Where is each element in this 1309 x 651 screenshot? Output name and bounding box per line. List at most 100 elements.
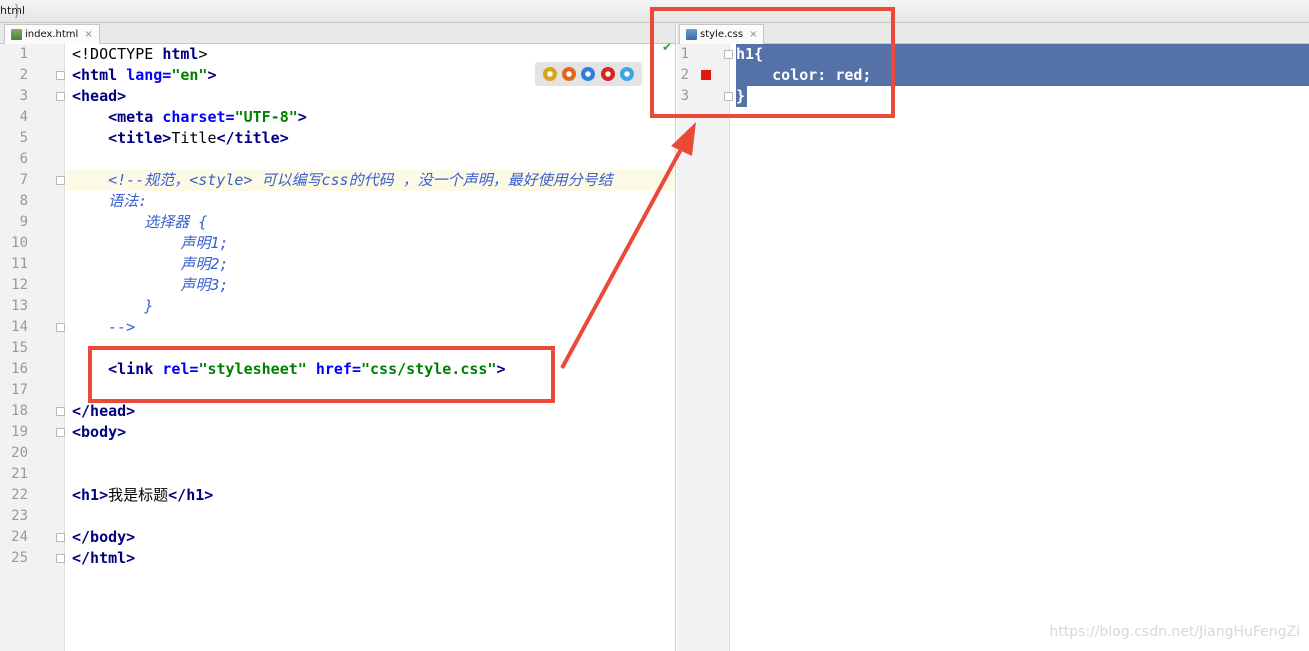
line-number: 8	[19, 193, 28, 209]
tab-strip: index.html ×	[0, 23, 675, 44]
code-line[interactable]: -->	[66, 317, 675, 338]
code-token: <head>	[72, 87, 127, 105]
code-token: <html	[72, 66, 127, 84]
line-number: 17	[11, 382, 28, 398]
line-number: 21	[11, 466, 28, 482]
code-line[interactable]: 声明2;	[66, 254, 675, 275]
code-token: 声明3;	[72, 276, 229, 294]
code-token: </head>	[72, 402, 136, 420]
line-number-gutter: 123	[677, 44, 733, 651]
watermark: https://blog.csdn.net/JiangHuFengZi	[1049, 624, 1300, 640]
html-file-icon	[11, 29, 22, 40]
annotation-box-link	[88, 346, 555, 403]
code-token: 语法:	[72, 192, 148, 210]
line-number: 2	[19, 67, 28, 83]
code-line[interactable]	[66, 464, 675, 485]
code-line[interactable]: 语法:	[66, 191, 675, 212]
code-token: <meta	[108, 108, 163, 126]
fold-icon[interactable]	[56, 554, 65, 563]
code-token: </html>	[72, 549, 136, 567]
line-number: 1	[19, 46, 28, 62]
line-number: 3	[19, 88, 28, 104]
line-number-gutter: 1 2 3 4 5 6 7 8 9 10 11 12 13 14 15 16 17 18 19 20 21 22 23 24 2…	[0, 44, 65, 651]
line-number: 11	[11, 256, 28, 272]
code-token: html	[162, 45, 199, 63]
code-line[interactable]	[66, 506, 675, 527]
code-line[interactable]: <head>	[66, 86, 675, 107]
code-line[interactable]	[66, 443, 675, 464]
code-token: <!DOCTYPE	[72, 45, 163, 63]
code-token: >	[198, 45, 208, 63]
code-token: <title>	[108, 129, 172, 147]
code-token: <!--规范，<style> 可以编写css的代码 ，没一个声明，最好使用分号结	[72, 171, 613, 189]
breadcrumb-chevron-icon: ⟩	[14, 1, 21, 20]
line-number: 6	[19, 151, 28, 167]
code-line[interactable]: 声明3;	[66, 275, 675, 296]
code-line[interactable]: <body>	[66, 422, 675, 443]
opera-icon[interactable]	[600, 67, 615, 81]
code-token: 我是标题	[108, 486, 169, 504]
code-token: charset=	[162, 108, 235, 126]
fold-icon[interactable]	[56, 323, 65, 332]
code-token: <h1>	[72, 486, 109, 504]
code-token: "en"	[171, 66, 208, 84]
line-number: 5	[19, 130, 28, 146]
line-number: 24	[11, 529, 28, 545]
code-line[interactable]: }	[66, 296, 675, 317]
code-token: }	[72, 297, 154, 315]
code-token: Title	[171, 129, 217, 147]
code-line[interactable]	[66, 149, 675, 170]
tab-label: index.html	[25, 29, 79, 40]
code-token: >	[207, 66, 217, 84]
code-line[interactable]: </html>	[66, 548, 675, 569]
code-line[interactable]: 声明1;	[66, 233, 675, 254]
line-number: 22	[11, 487, 28, 503]
code-token: 声明1;	[72, 234, 229, 252]
chrome-icon[interactable]	[542, 67, 557, 81]
code-token: 声明2;	[72, 255, 229, 273]
fold-icon[interactable]	[56, 428, 65, 437]
code-token: 选择器 {	[72, 213, 208, 231]
line-number: 25	[11, 550, 28, 566]
editor-index-html[interactable]: index.html × 1 2 3 4 5 6 7 8 9 10 11 12 13 14 15 16 17 18…	[0, 23, 676, 651]
code-token: >	[297, 108, 307, 126]
code-line[interactable]: <!--规范，<style> 可以编写css的代码 ，没一个声明，最好使用分号结	[66, 170, 675, 191]
annotation-box-style-css	[650, 7, 895, 118]
line-number: 4	[19, 109, 28, 125]
line-number: 10	[11, 235, 28, 251]
code-token: -->	[72, 318, 136, 336]
code-line[interactable]: <title>Title</title>	[66, 128, 675, 149]
code-line[interactable]: </head>	[66, 401, 675, 422]
code-token: </title>	[216, 129, 289, 147]
line-number: 20	[11, 445, 28, 461]
fold-icon[interactable]	[56, 71, 65, 80]
tab-index-html[interactable]: index.html ×	[4, 24, 100, 44]
code-token: "UTF-8"	[234, 108, 298, 126]
code-line[interactable]: <meta charset="UTF-8">	[66, 107, 675, 128]
line-number: 15	[11, 340, 28, 356]
line-number: 18	[11, 403, 28, 419]
code-token: <body>	[72, 423, 127, 441]
fold-icon[interactable]	[56, 176, 65, 185]
code-token: lang=	[126, 66, 172, 84]
line-number: 23	[11, 508, 28, 524]
ie-icon[interactable]	[620, 67, 635, 81]
safari-icon[interactable]	[581, 67, 596, 81]
code-token: </body>	[72, 528, 136, 546]
line-number: 13	[11, 298, 28, 314]
line-number: 12	[11, 277, 28, 293]
code-line[interactable]: 选择器 {	[66, 212, 675, 233]
fold-icon[interactable]	[56, 407, 65, 416]
fold-icon[interactable]	[56, 533, 65, 542]
close-icon[interactable]: ×	[84, 29, 92, 40]
fold-icon[interactable]	[56, 92, 65, 101]
code-line[interactable]: <h1>我是标题</h1>	[66, 485, 675, 506]
browser-preview-toolbar	[535, 62, 642, 86]
line-number: 16	[11, 361, 28, 377]
firefox-icon[interactable]	[562, 67, 577, 81]
code-line[interactable]: </body>	[66, 527, 675, 548]
line-number: 19	[11, 424, 28, 440]
line-number: 14	[11, 319, 28, 335]
